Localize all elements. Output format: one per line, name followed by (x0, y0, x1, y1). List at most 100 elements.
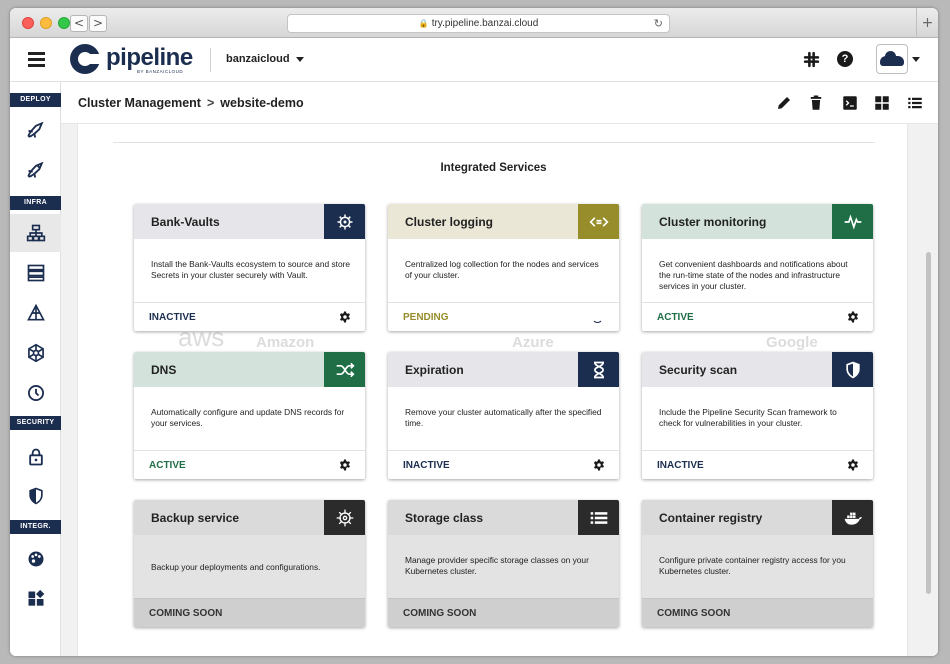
deploy-catalog-icon (26, 161, 44, 178)
edit-icon[interactable] (775, 94, 793, 112)
card-title: DNS (151, 363, 177, 377)
sidebar-item-clusters[interactable] (10, 214, 61, 252)
card-description: Get convenient dashboards and notificati… (659, 259, 848, 291)
main-content: Integrated Services aws Amazon Azure Goo… (61, 124, 938, 656)
card-footer: INACTIVE (134, 302, 365, 331)
sidebar-section-deploy: DEPLOY (10, 93, 61, 107)
forward-button[interactable]: > (89, 15, 107, 32)
slack-icon[interactable] (803, 51, 820, 68)
logo-text: pipeline (106, 44, 193, 71)
sidebar-item-network[interactable] (10, 294, 61, 332)
card-icon-box (578, 204, 619, 239)
service-card-dns[interactable]: DNS Automatically configure and update D… (134, 352, 365, 479)
palette-icon (28, 551, 43, 567)
grid-view-icon[interactable] (873, 94, 891, 112)
zoom-window-button[interactable] (58, 17, 70, 29)
card-title: Container registry (659, 511, 763, 525)
sidebar-item-appearance[interactable] (10, 540, 61, 578)
service-card-cluster-logging[interactable]: Cluster logging Centralized log collecti… (388, 204, 619, 331)
terminal-icon[interactable] (841, 94, 859, 112)
status-badge: INACTIVE (403, 460, 450, 471)
card-icon-box (578, 500, 619, 535)
lock-icon (28, 448, 43, 466)
divider (113, 142, 875, 143)
reload-icon[interactable]: ↻ (654, 15, 663, 32)
pulse-icon (844, 213, 861, 230)
chevron-down-icon (295, 56, 304, 62)
deploy-rocket-icon (26, 121, 44, 138)
gear-icon[interactable] (339, 311, 351, 323)
avatar[interactable] (876, 44, 908, 74)
status-badge: INACTIVE (149, 312, 196, 323)
list-view-icon[interactable] (906, 94, 924, 112)
card-footer: COMING SOON (134, 598, 365, 627)
scrollbar-thumb[interactable] (926, 252, 931, 594)
card-footer: COMING SOON (642, 598, 873, 627)
status-badge: COMING SOON (657, 608, 731, 619)
sidebar-item-security-scan[interactable] (10, 477, 61, 515)
cloud-icon (880, 51, 904, 66)
card-icon-box (324, 500, 365, 535)
card-description: Centralized log collection for the nodes… (405, 259, 599, 280)
gear-icon[interactable] (847, 459, 859, 471)
org-selector[interactable]: banzaicloud (226, 53, 304, 65)
breadcrumb-separator: > (206, 96, 215, 110)
node-pools-icon (27, 264, 44, 282)
sidebar-section-integrations: INTEGR. (10, 520, 61, 534)
ghost-azure: Azure (512, 334, 554, 351)
sidebar-item-widgets[interactable] (10, 580, 61, 618)
help-icon[interactable]: ? (837, 51, 853, 67)
status-badge: INACTIVE (657, 460, 704, 471)
gear-icon[interactable] (593, 459, 605, 471)
gear-icon[interactable] (339, 459, 351, 471)
address-bar[interactable]: 🔒 try.pipeline.banzai.cloud ↻ (287, 14, 670, 33)
minimize-window-button[interactable] (40, 17, 52, 29)
card-title: Storage class (405, 511, 484, 525)
docker-icon (844, 512, 862, 525)
new-tab-button[interactable]: + (916, 8, 938, 38)
card-footer: ACTIVE (642, 302, 873, 331)
card-icon-box (324, 204, 365, 239)
card-description: Backup your deployments and configuratio… (151, 562, 321, 572)
back-button[interactable]: < (70, 15, 88, 32)
status-badge: ACTIVE (657, 312, 694, 323)
code-icon (588, 216, 609, 227)
sidebar-item-secrets[interactable] (10, 438, 61, 476)
widgets-icon (28, 589, 44, 606)
sidebar-item-deploy[interactable] (10, 111, 61, 149)
card-footer: ACTIVE (134, 450, 365, 479)
menu-icon[interactable] (28, 52, 45, 67)
cluster-icon (26, 224, 45, 242)
close-window-button[interactable] (22, 17, 34, 29)
browser-titlebar: < > 🔒 try.pipeline.banzai.cloud ↻ + (10, 8, 938, 38)
delete-icon[interactable] (807, 94, 825, 112)
cluster-panel: Integrated Services aws Amazon Azure Goo… (77, 124, 908, 656)
scrollbar[interactable] (924, 124, 933, 656)
sidebar-item-catalog[interactable] (10, 151, 61, 189)
lock-icon: 🔒 (418, 19, 429, 28)
service-card-expiration[interactable]: Expiration Remove your cluster automatic… (388, 352, 619, 479)
service-card-cluster-monitoring[interactable]: Cluster monitoring Get convenient dashbo… (642, 204, 873, 331)
card-footer: INACTIVE (388, 450, 619, 479)
sidebar-section-security: SECURITY (10, 416, 61, 430)
gear-icon[interactable] (847, 311, 859, 323)
sidebar: DEPLOY INFRA SECURITY INTEGR. (10, 82, 61, 656)
card-title: Cluster monitoring (659, 215, 767, 229)
breadcrumb-root[interactable]: Cluster Management (78, 96, 201, 110)
service-card-bank-vaults[interactable]: Bank-Vaults Install the Bank-Vaults ecos… (134, 204, 365, 331)
card-description: Automatically configure and update DNS r… (151, 407, 345, 428)
service-card-container-registry: Container registry Configure private con… (642, 500, 873, 627)
service-card-security-scan[interactable]: Security scan Include the Pipeline Secur… (642, 352, 873, 479)
sidebar-item-helm[interactable] (10, 334, 61, 372)
service-card-backup-service: Backup service Backup your deployments a… (134, 500, 365, 627)
chevron-down-icon[interactable] (912, 57, 920, 62)
status-badge: COMING SOON (403, 608, 477, 619)
card-title: Security scan (659, 363, 738, 377)
sidebar-item-node-pools[interactable] (10, 254, 61, 292)
divider (210, 48, 211, 72)
card-title: Expiration (405, 363, 464, 377)
app-bar: pipeline BY BANZAICLOUD banzaicloud ? (10, 38, 938, 82)
ghost-google: Google (766, 334, 818, 351)
card-description: Configure private container registry acc… (659, 555, 846, 576)
sidebar-item-history[interactable] (10, 374, 61, 412)
